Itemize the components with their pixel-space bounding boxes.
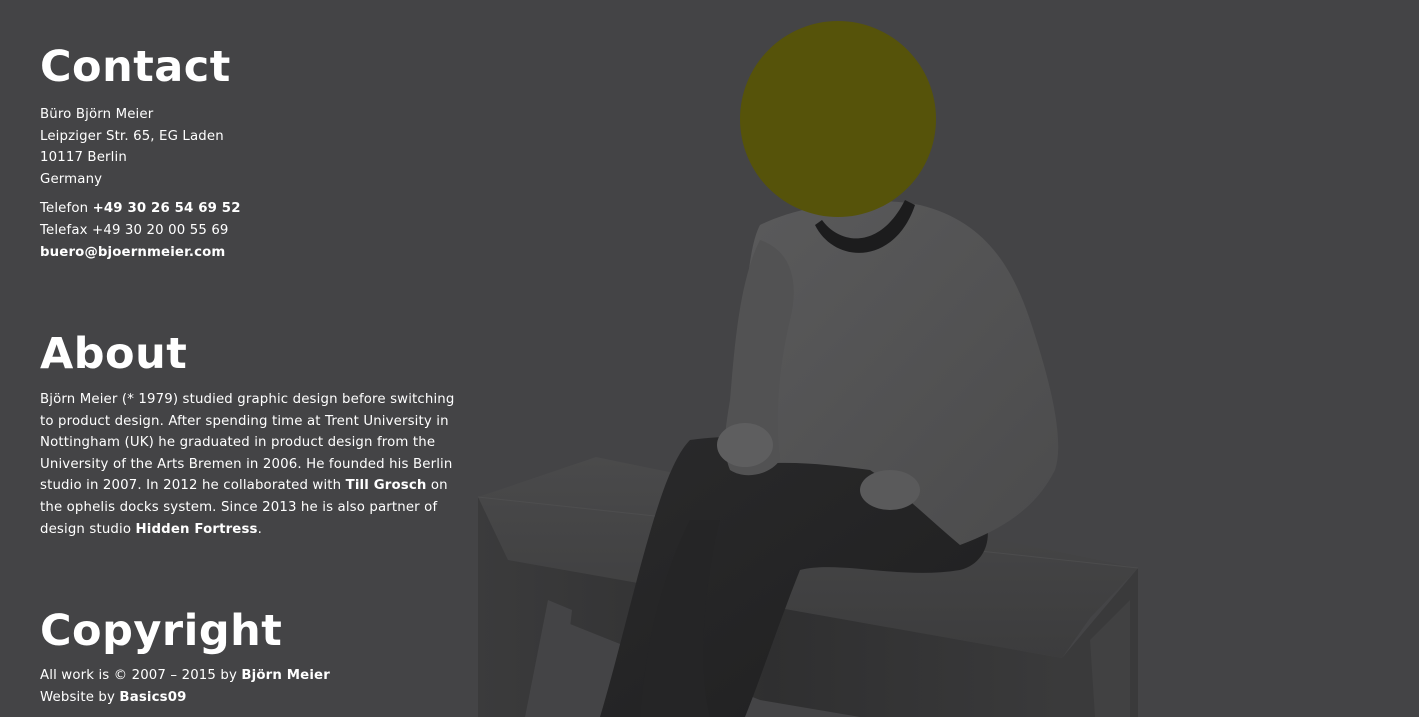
copyright-line-1: All work is © 2007 – 2015 by Björn Meier (40, 665, 480, 687)
email-link[interactable]: buero@bjoernmeier.com (40, 245, 225, 260)
basics09-link[interactable]: Basics09 (119, 690, 186, 705)
phone-row: Telefon +49 30 26 54 69 52 (40, 198, 480, 220)
about-heading: About (40, 329, 188, 379)
address-line-street: Leipziger Str. 65, EG Laden (40, 128, 224, 144)
address-line-city: 10117 Berlin (40, 150, 127, 166)
contact-section: Contact Büro Björn Meier Leipziger Str. … (40, 46, 480, 263)
copyright-lines: All work is © 2007 – 2015 by Björn Meier… (40, 665, 480, 708)
hidden-fortress-link[interactable]: Hidden Fortress (136, 522, 258, 537)
address-line-studio: Büro Björn Meier (40, 107, 154, 122)
face-dot-graphic (740, 21, 936, 217)
copyright-text: All work is © 2007 – 2015 by (40, 668, 242, 683)
fax-value: +49 30 20 00 55 69 (92, 222, 229, 238)
copyright-line-2: Website by Basics09 (40, 687, 480, 709)
copyright-section: Copyright All work is © 2007 – 2015 by B… (40, 610, 480, 708)
address-block: Büro Björn Meier Leipziger Str. 65, EG L… (40, 104, 480, 190)
website-credit-text: Website by (40, 689, 120, 705)
phone-link[interactable]: +49 30 26 54 69 52 (93, 201, 241, 216)
phone-label: Telefon (40, 201, 93, 217)
copyright-heading: Copyright (40, 606, 283, 656)
address-line-country: Germany (40, 171, 103, 187)
contact-heading: Contact (40, 42, 231, 92)
email-row: buero@bjoernmeier.com (40, 242, 480, 264)
about-text-part-3: . (257, 521, 262, 537)
copyright-owner: Björn Meier (241, 668, 330, 683)
till-grosch-link[interactable]: Till Grosch (346, 478, 427, 493)
fax-row: Telefax +49 30 20 00 55 69 (40, 220, 480, 242)
fax-label: Telefax (40, 222, 93, 238)
contact-numbers: Telefon +49 30 26 54 69 52 Telefax +49 3… (40, 198, 480, 263)
about-paragraph: Björn Meier (* 1979) studied graphic des… (40, 389, 465, 540)
about-section: About Björn Meier (* 1979) studied graph… (40, 333, 480, 540)
